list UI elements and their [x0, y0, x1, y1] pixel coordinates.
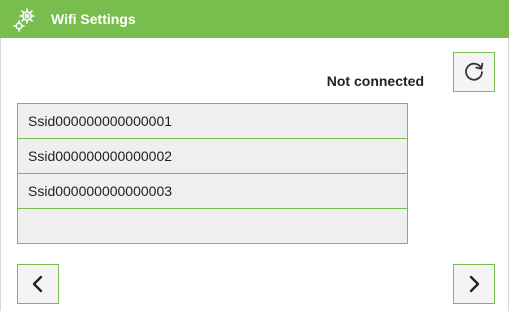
network-item[interactable]: Ssid000000000000001 — [17, 103, 408, 139]
page-title: Wifi Settings — [51, 11, 136, 27]
refresh-button[interactable] — [453, 52, 495, 92]
left-border — [0, 38, 1, 311]
network-item-empty[interactable] — [17, 209, 408, 244]
refresh-icon — [465, 62, 484, 81]
network-item[interactable]: Ssid000000000000003 — [17, 174, 408, 209]
connection-status: Not connected — [326, 73, 424, 89]
next-page-button[interactable] — [453, 264, 495, 304]
network-item[interactable]: Ssid000000000000002 — [17, 139, 408, 174]
previous-page-button[interactable] — [17, 264, 59, 304]
title-bar: Wifi Settings — [0, 0, 509, 38]
gears-icon — [13, 8, 35, 32]
chevron-right-icon — [469, 275, 480, 293]
network-list: Ssid000000000000001 Ssid000000000000002 … — [17, 103, 408, 244]
chevron-left-icon — [32, 275, 43, 293]
